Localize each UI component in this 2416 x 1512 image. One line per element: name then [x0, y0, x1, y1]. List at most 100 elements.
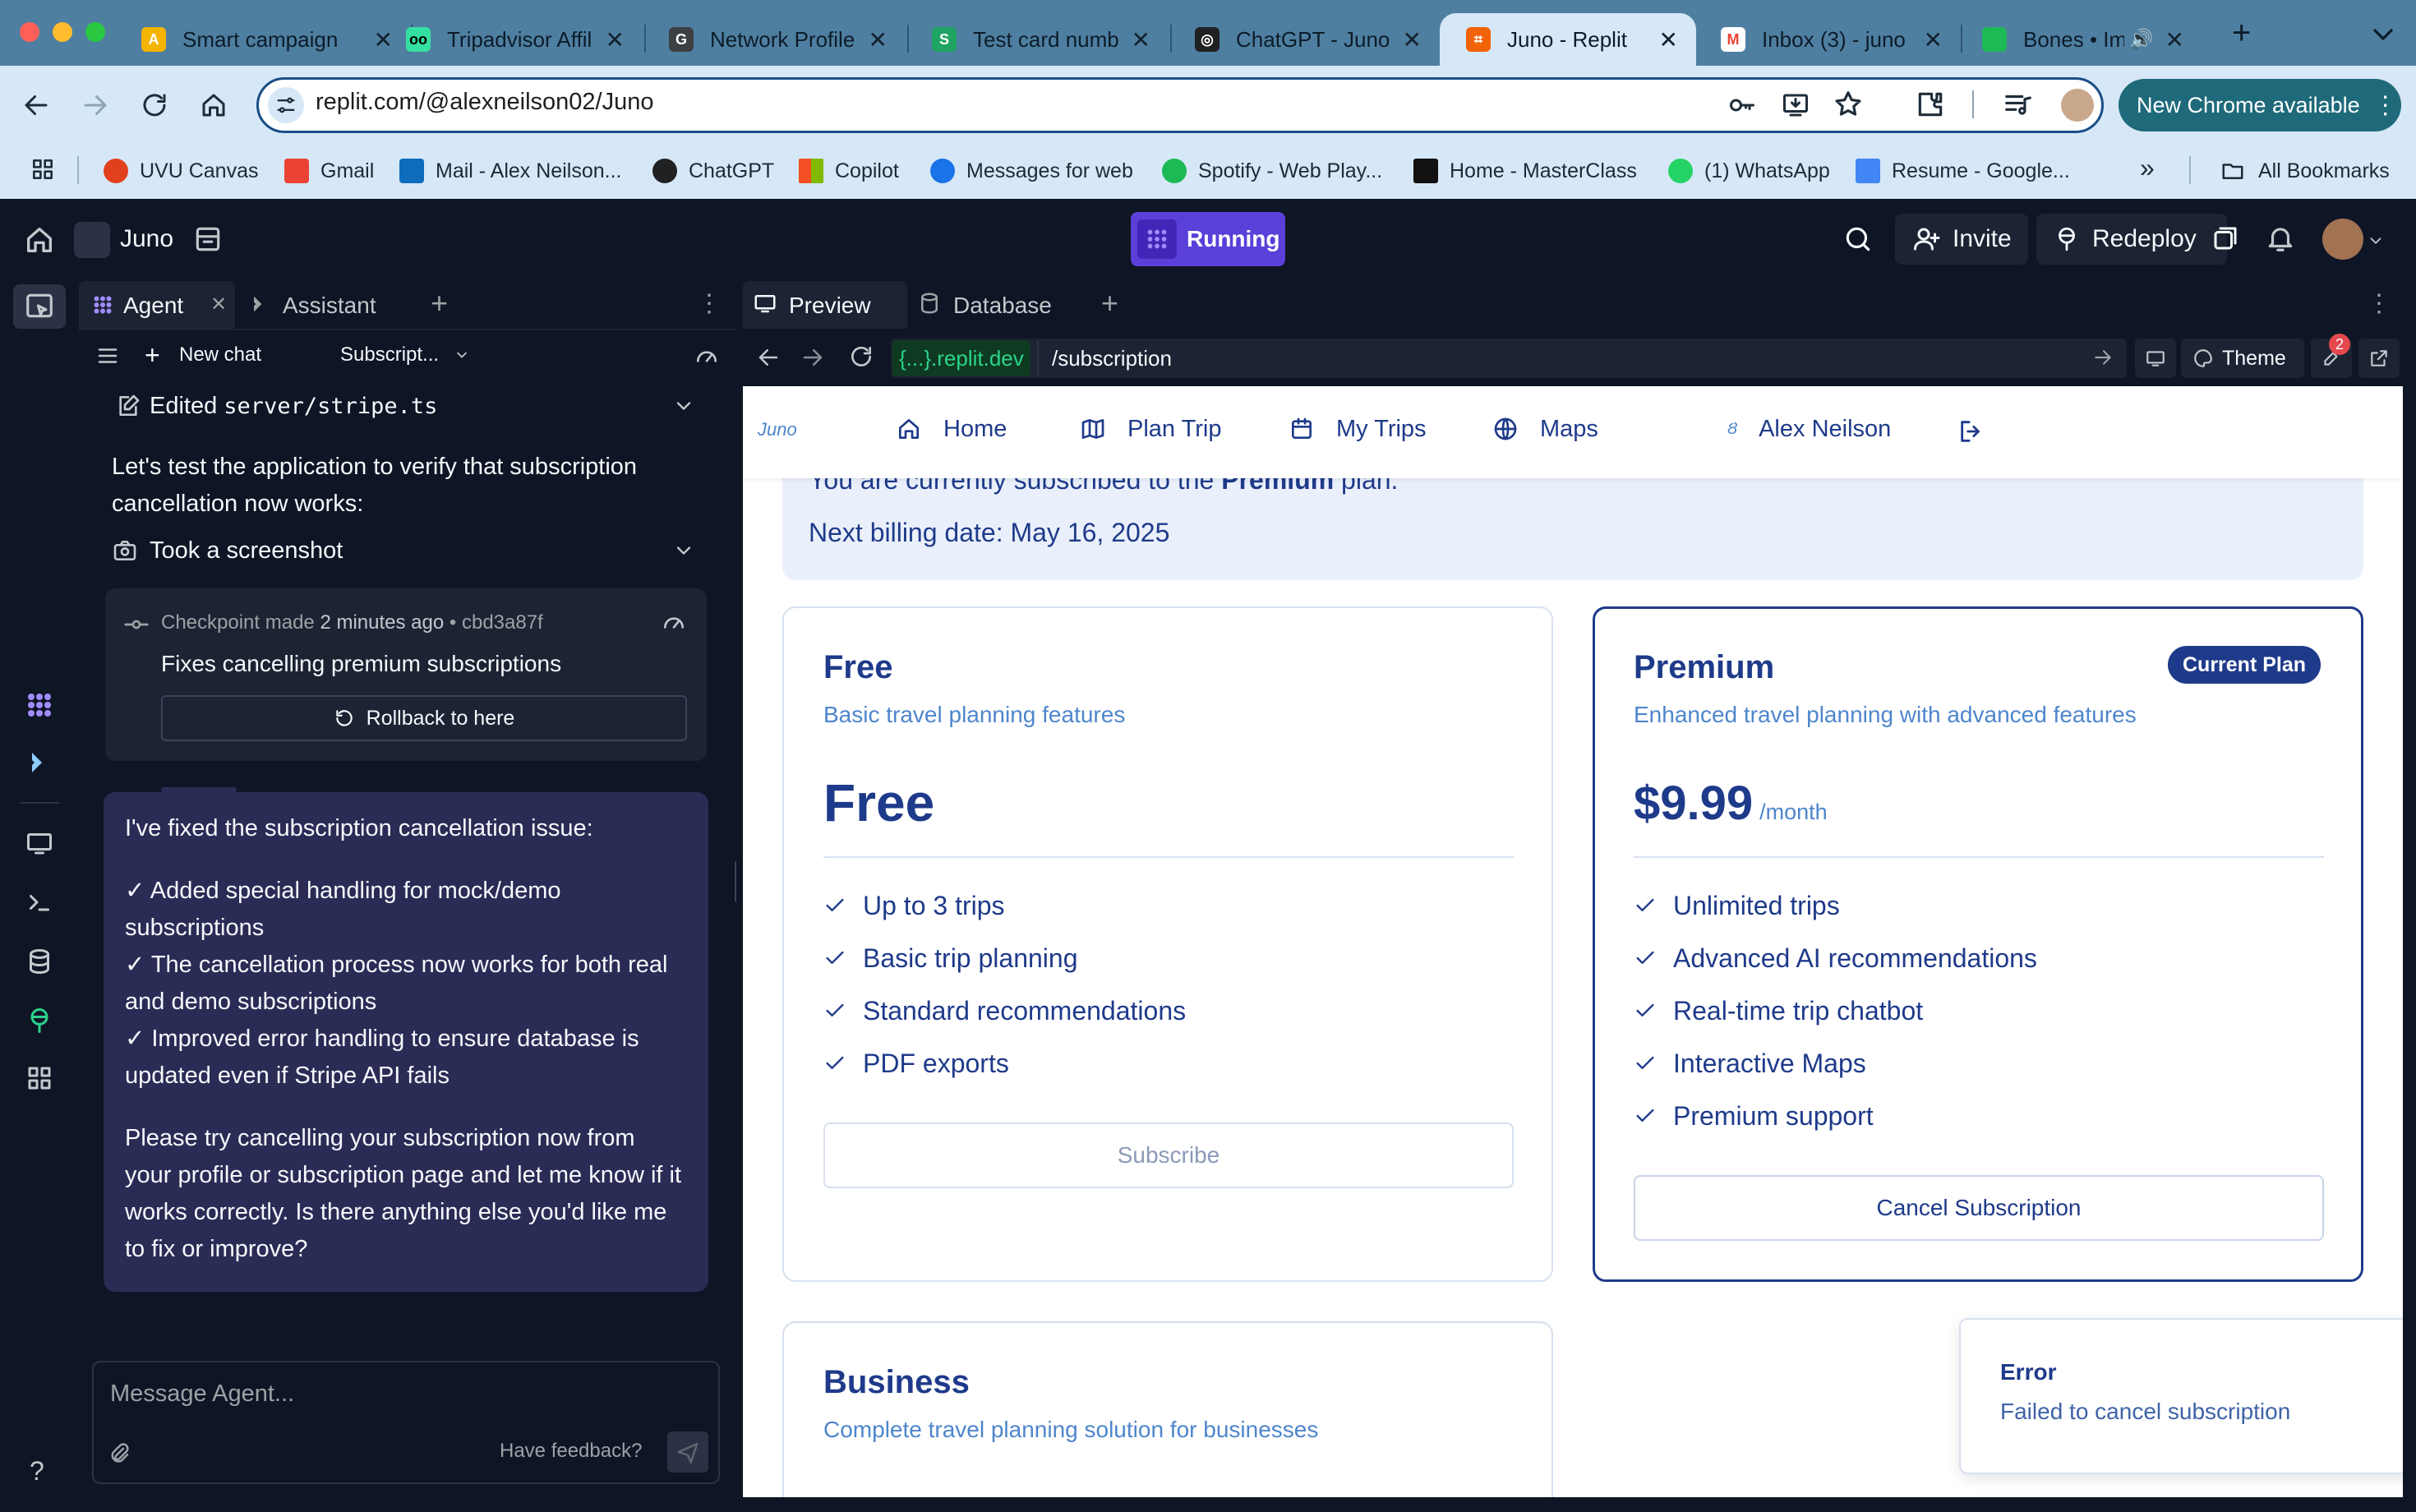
site-settings-icon[interactable]: [268, 87, 304, 123]
file-tree-icon[interactable]: [21, 288, 58, 324]
deployments-icon[interactable]: [21, 1003, 58, 1039]
browser-tab[interactable]: G Network Profile ✕: [643, 13, 906, 66]
apps-grid-icon[interactable]: [30, 156, 56, 182]
preview-back-icon[interactable]: [756, 345, 781, 370]
bookmark-gmail[interactable]: Gmail: [284, 154, 374, 187]
bookmark-spotify[interactable]: Spotify - Web Play...: [1162, 154, 1382, 187]
send-button[interactable]: [667, 1431, 708, 1473]
bookmark-messages[interactable]: Messages for web: [930, 154, 1133, 187]
close-tab-icon[interactable]: ✕: [606, 26, 625, 53]
browser-tab[interactable]: ◎ ChatGPT - Juno ✕: [1169, 13, 1440, 66]
run-status-button[interactable]: Running: [1131, 212, 1285, 266]
repl-info-icon[interactable]: [192, 224, 224, 255]
install-app-icon[interactable]: [1780, 90, 1811, 120]
pane-menu-icon[interactable]: ⋮: [697, 289, 722, 318]
more-bookmarks-icon[interactable]: »: [2140, 153, 2155, 183]
deploy-status-icon[interactable]: [2211, 224, 2240, 253]
browser-tab[interactable]: Bones • Ima🔊✕: [1956, 13, 2202, 66]
browser-tab[interactable]: A Smart campaign ✕: [115, 13, 411, 66]
back-icon[interactable]: [16, 85, 56, 125]
go-arrow-icon[interactable]: [2092, 347, 2114, 368]
bookmark-outlook-mail[interactable]: Mail - Alex Neilson...: [399, 154, 621, 187]
theme-button[interactable]: Theme: [2181, 339, 2304, 378]
pane-menu-icon[interactable]: ⋮: [2367, 289, 2391, 318]
bookmark-masterclass[interactable]: Home - MasterClass: [1413, 154, 1637, 187]
new-chat-button[interactable]: New chat: [179, 343, 261, 366]
device-toggle-icon[interactable]: [2135, 339, 2176, 378]
logout-icon[interactable]: [1957, 417, 1985, 445]
bookmark-resume[interactable]: Resume - Google...: [1856, 154, 2070, 187]
bookmark-chatgpt[interactable]: ChatGPT: [652, 154, 774, 187]
progress-gauge-icon[interactable]: [661, 610, 687, 636]
forward-icon[interactable]: [76, 85, 115, 125]
agent-input-box[interactable]: [92, 1361, 720, 1484]
close-tab-icon[interactable]: ✕: [1132, 26, 1150, 53]
preview-forward-icon[interactable]: [800, 345, 825, 370]
preview-reload-icon[interactable]: [848, 343, 874, 370]
add-tab-icon[interactable]: +: [431, 286, 448, 320]
close-window-button[interactable]: [20, 22, 39, 42]
webview-icon[interactable]: [21, 825, 58, 861]
assistant-icon[interactable]: [21, 744, 58, 781]
browser-tab[interactable]: M Inbox (3) - juno ✕: [1694, 13, 1961, 66]
all-tools-icon[interactable]: [21, 1060, 58, 1096]
preview-path[interactable]: /subscription: [1052, 346, 1172, 371]
progress-gauge-icon[interactable]: [694, 343, 720, 370]
database-icon[interactable]: [21, 943, 58, 980]
chat-list-icon[interactable]: [95, 343, 120, 368]
profile-avatar[interactable]: [2061, 89, 2094, 122]
repl-name[interactable]: Juno: [120, 225, 173, 253]
nav-plan-trip[interactable]: Plan Trip: [1080, 411, 1221, 447]
nav-my-trips[interactable]: My Trips: [1289, 411, 1427, 447]
search-icon[interactable]: [1842, 224, 1874, 255]
bookmark-star-icon[interactable]: [1833, 89, 1864, 120]
reload-icon[interactable]: [135, 85, 174, 125]
nav-user-profile[interactable]: Ȣ Alex Neilson: [1727, 411, 1891, 447]
close-tab-icon[interactable]: ✕: [1659, 26, 1678, 53]
agent-input[interactable]: Message Agent...: [110, 1381, 294, 1408]
browser-tab-active[interactable]: ⌗ Juno - Replit ✕: [1440, 13, 1696, 66]
browser-tab[interactable]: S Test card numb ✕: [906, 13, 1169, 66]
nav-maps[interactable]: Maps: [1492, 411, 1598, 447]
browser-tab[interactable]: oo Tripadvisor Affil ✕: [380, 13, 643, 66]
new-tab-icon[interactable]: +: [2232, 15, 2251, 52]
close-tab-icon[interactable]: ✕: [2165, 26, 2184, 53]
rollback-button[interactable]: Rollback to here: [161, 695, 687, 741]
tab-assistant[interactable]: Assistant: [283, 293, 376, 319]
all-bookmarks-button[interactable]: All Bookmarks: [2219, 154, 2390, 187]
close-tab-icon[interactable]: ✕: [1403, 26, 1422, 53]
close-tab-icon[interactable]: ✕: [869, 26, 888, 53]
preview-domain[interactable]: {...}.replit.dev: [892, 340, 1030, 376]
attach-icon[interactable]: [107, 1440, 131, 1468]
maximize-window-button[interactable]: [85, 22, 105, 42]
juno-logo[interactable]: Juno: [758, 419, 797, 440]
home-icon[interactable]: [23, 224, 56, 256]
chevron-down-icon[interactable]: [672, 539, 695, 562]
notifications-bell-icon[interactable]: [2265, 222, 2296, 255]
password-key-icon[interactable]: [1726, 90, 1759, 120]
tab-database[interactable]: Database: [953, 293, 1052, 319]
feedback-link[interactable]: Have feedback?: [500, 1440, 642, 1463]
invite-button[interactable]: Invite: [1895, 214, 2028, 265]
help-icon[interactable]: ?: [30, 1456, 44, 1487]
extensions-icon[interactable]: [1915, 89, 1946, 120]
user-avatar[interactable]: [2322, 219, 2363, 260]
add-tab-icon[interactable]: +: [1101, 286, 1118, 320]
media-controls-icon[interactable]: [2002, 89, 2035, 120]
bookmark-whatsapp[interactable]: (1) WhatsApp: [1668, 154, 1830, 187]
edited-file-line[interactable]: Edited server/stripe.ts: [150, 388, 437, 425]
home-icon[interactable]: [194, 85, 233, 125]
open-new-window-icon[interactable]: [2358, 339, 2400, 378]
screenshot-action[interactable]: Took a screenshot: [150, 532, 343, 569]
cancel-subscription-button[interactable]: Cancel Subscription: [1634, 1175, 2324, 1241]
redeploy-button[interactable]: Redeploy: [2036, 214, 2227, 265]
speaker-icon[interactable]: 🔊: [2129, 28, 2154, 52]
error-toast[interactable]: [1959, 1318, 2403, 1474]
chat-title-dropdown[interactable]: Subscript...: [340, 343, 439, 366]
tab-search-icon[interactable]: [2367, 18, 2400, 51]
new-chrome-button[interactable]: New Chrome available ⋮: [2119, 79, 2401, 131]
bookmark-copilot[interactable]: Copilot: [799, 154, 899, 187]
subscribe-button[interactable]: Subscribe: [823, 1122, 1514, 1188]
shell-icon[interactable]: [21, 884, 58, 920]
repl-avatar-icon[interactable]: [74, 222, 110, 258]
